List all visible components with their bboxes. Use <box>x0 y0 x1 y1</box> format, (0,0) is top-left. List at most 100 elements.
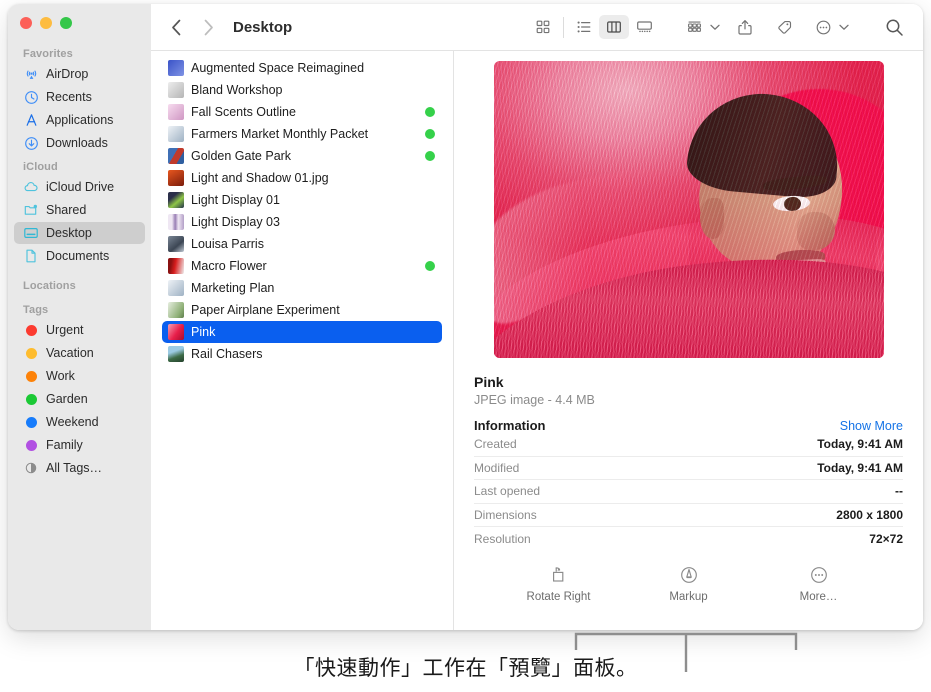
page-title: Desktop <box>233 18 293 36</box>
list-item[interactable]: Louisa Parris <box>162 233 442 255</box>
list-item[interactable]: Rail Chasers <box>162 343 442 365</box>
file-name: Louisa Parris <box>191 237 264 251</box>
content-pane: Desktop Augmented Space Reimagined Bland… <box>151 4 923 630</box>
file-name: Golden Gate Park <box>191 149 292 163</box>
more-actions-button[interactable] <box>808 15 838 39</box>
tag-dot-icon <box>425 217 435 227</box>
file-icon <box>168 346 184 362</box>
sidebar: Favorites AirDrop Recents Applications D… <box>8 4 151 630</box>
sidebar-item-shared[interactable]: Shared <box>14 199 145 221</box>
sidebar-item-tag-work[interactable]: Work <box>14 365 145 387</box>
toolbar: Desktop <box>151 4 923 51</box>
info-key: Dimensions <box>474 508 537 523</box>
chevron-down-icon[interactable] <box>837 24 850 31</box>
list-item[interactable]: Light Display 01 <box>162 189 442 211</box>
file-icon <box>168 126 184 142</box>
list-view-button[interactable] <box>569 15 599 39</box>
file-icon <box>168 236 184 252</box>
sidebar-item-all-tags[interactable]: All Tags… <box>14 457 145 479</box>
all-tags-icon <box>23 460 39 476</box>
close-button[interactable] <box>20 17 32 29</box>
sidebar-item-desktop[interactable]: Desktop <box>14 222 145 244</box>
info-row-resolution: Resolution 72×72 <box>474 527 903 550</box>
file-icon <box>168 258 184 274</box>
tag-dot-icon <box>23 437 39 453</box>
share-button[interactable] <box>730 15 760 39</box>
tag-dot-icon <box>425 327 435 337</box>
chevron-down-icon[interactable] <box>708 24 721 31</box>
toolbar-divider <box>563 16 564 38</box>
sidebar-item-downloads[interactable]: Downloads <box>14 132 145 154</box>
info-row-last-opened: Last opened -- <box>474 480 903 504</box>
quick-action-more[interactable]: More… <box>781 564 857 603</box>
sidebar-item-label: Recents <box>46 90 92 104</box>
list-item[interactable]: Marketing Plan <box>162 277 442 299</box>
info-value: Today, 9:41 AM <box>817 460 903 475</box>
preview-panel: Pink JPEG image - 4.4 MB Information Sho… <box>454 51 923 630</box>
sidebar-item-label: Weekend <box>46 415 99 429</box>
file-icon <box>168 302 184 318</box>
sidebar-item-tag-weekend[interactable]: Weekend <box>14 411 145 433</box>
tag-dot-icon <box>425 129 435 139</box>
file-icon <box>168 192 184 208</box>
tag-dot-icon <box>425 85 435 95</box>
info-key: Resolution <box>474 531 531 546</box>
ellipsis-circle-icon <box>809 564 829 586</box>
tag-button[interactable] <box>769 15 799 39</box>
clock-icon <box>23 89 39 105</box>
list-item[interactable]: Golden Gate Park <box>162 145 442 167</box>
list-item[interactable]: Augmented Space Reimagined <box>162 57 442 79</box>
back-button[interactable] <box>163 14 189 40</box>
browser-body: Augmented Space Reimagined Bland Worksho… <box>151 51 923 630</box>
list-item[interactable]: Farmers Market Monthly Packet <box>162 123 442 145</box>
sidebar-item-recents[interactable]: Recents <box>14 86 145 108</box>
downloads-icon <box>23 135 39 151</box>
sidebar-item-label: Documents <box>46 249 110 263</box>
quick-action-rotate-right[interactable]: Rotate Right <box>521 564 597 603</box>
sidebar-item-tag-garden[interactable]: Garden <box>14 388 145 410</box>
info-row-modified: Modified Today, 9:41 AM <box>474 457 903 481</box>
file-list[interactable]: Augmented Space Reimagined Bland Worksho… <box>151 51 454 630</box>
sidebar-item-label: Downloads <box>46 136 108 150</box>
tag-dot-icon <box>23 368 39 384</box>
icon-view-button[interactable] <box>528 15 558 39</box>
column-view-button[interactable] <box>599 15 629 39</box>
maximize-button[interactable] <box>60 17 72 29</box>
file-icon <box>168 170 184 186</box>
sidebar-item-tag-urgent[interactable]: Urgent <box>14 319 145 341</box>
information-section-header: Information Show More <box>474 418 903 433</box>
file-icon <box>168 60 184 76</box>
file-name: Paper Airplane Experiment <box>191 303 340 317</box>
gallery-view-button[interactable] <box>629 15 659 39</box>
list-item[interactable]: Light and Shadow 01.jpg <box>162 167 442 189</box>
quick-action-markup[interactable]: Markup <box>651 564 727 603</box>
list-item[interactable]: Fall Scents Outline <box>162 101 442 123</box>
list-item[interactable]: Macro Flower <box>162 255 442 277</box>
callout-caption: 「快速動作」工作在「預覽」面板。 <box>293 656 638 680</box>
sidebar-item-tag-vacation[interactable]: Vacation <box>14 342 145 364</box>
sidebar-item-label: Urgent <box>46 323 84 337</box>
preview-file-kind: JPEG image - 4.4 MB <box>474 393 595 407</box>
search-button[interactable] <box>879 15 909 39</box>
file-icon <box>168 324 184 340</box>
list-item[interactable]: Light Display 03 <box>162 211 442 233</box>
sidebar-item-icloud-drive[interactable]: iCloud Drive <box>14 176 145 198</box>
sidebar-item-documents[interactable]: Documents <box>14 245 145 267</box>
quick-action-label: Markup <box>669 590 708 603</box>
sidebar-item-label: Desktop <box>46 226 92 240</box>
tag-dot-icon <box>425 151 435 161</box>
list-item[interactable]: Paper Airplane Experiment <box>162 299 442 321</box>
sidebar-item-applications[interactable]: Applications <box>14 109 145 131</box>
forward-button[interactable] <box>195 14 221 40</box>
file-name: Augmented Space Reimagined <box>191 61 365 75</box>
sidebar-item-airdrop[interactable]: AirDrop <box>14 63 145 85</box>
finder-window: Favorites AirDrop Recents Applications D… <box>8 4 923 630</box>
preview-image[interactable] <box>493 61 884 358</box>
list-item[interactable]: Bland Workshop <box>162 79 442 101</box>
sidebar-item-label: Garden <box>46 392 88 406</box>
group-by-button[interactable] <box>679 15 709 39</box>
minimize-button[interactable] <box>40 17 52 29</box>
show-more-link[interactable]: Show More <box>840 419 903 433</box>
list-item-selected[interactable]: Pink <box>162 321 442 343</box>
sidebar-item-tag-family[interactable]: Family <box>14 434 145 456</box>
